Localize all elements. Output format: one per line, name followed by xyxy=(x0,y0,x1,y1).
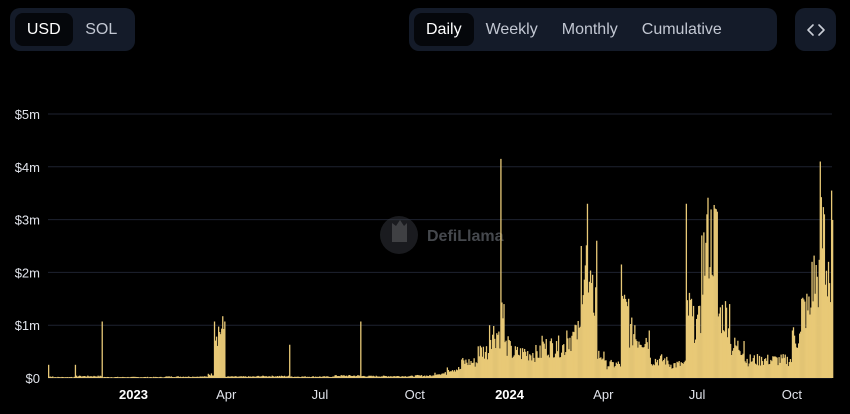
currency-toggle: USD SOL xyxy=(10,8,135,51)
embed-button[interactable] xyxy=(795,8,836,51)
y-tick-label: $0 xyxy=(26,371,40,386)
chart-bar xyxy=(48,364,50,378)
x-tick-label: Oct xyxy=(782,387,803,402)
y-tick-label: $1m xyxy=(15,318,40,333)
chart-bar xyxy=(101,321,103,378)
chart-bar xyxy=(360,321,362,378)
defillama-watermark: DefiLlama xyxy=(380,216,504,254)
x-tick-label: Jul xyxy=(689,387,706,402)
y-axis-ticks: $0 $1m $2m $3m $4m $5m xyxy=(15,107,40,386)
chart-bar xyxy=(596,240,598,378)
y-tick-label: $5m xyxy=(15,107,40,122)
watermark-text: DefiLlama xyxy=(427,228,504,245)
x-tick-label: Oct xyxy=(405,387,426,402)
x-tick-label: Apr xyxy=(593,387,614,402)
period-option-cumulative[interactable]: Cumulative xyxy=(630,13,734,46)
period-toggle: Daily Weekly Monthly Cumulative xyxy=(409,8,777,51)
chart-bar xyxy=(289,344,291,378)
code-icon xyxy=(806,23,825,36)
x-tick-label: 2023 xyxy=(119,387,148,402)
chart-bar xyxy=(224,321,226,378)
x-axis-ticks: 2023 Apr Jul Oct 2024 Apr Jul Oct xyxy=(119,387,802,402)
x-tick-label: 2024 xyxy=(495,387,525,402)
currency-option-sol[interactable]: SOL xyxy=(73,13,131,46)
volume-chart: DefiLlama $0 $1m $2m $3m $4m $5m 2023 Apr Jul Oc… xyxy=(15,107,834,402)
x-tick-label: Jul xyxy=(312,387,329,402)
period-option-weekly[interactable]: Weekly xyxy=(474,13,550,46)
y-tick-label: $4m xyxy=(15,160,40,175)
period-option-monthly[interactable]: Monthly xyxy=(550,13,630,46)
llama-logo-icon xyxy=(380,216,418,254)
period-option-daily[interactable]: Daily xyxy=(414,13,474,46)
currency-option-usd[interactable]: USD xyxy=(15,13,73,46)
y-tick-label: $2m xyxy=(15,265,40,280)
y-tick-label: $3m xyxy=(15,213,40,228)
chart-bars xyxy=(48,158,834,378)
chart-bar xyxy=(832,219,834,378)
x-tick-label: Apr xyxy=(216,387,237,402)
